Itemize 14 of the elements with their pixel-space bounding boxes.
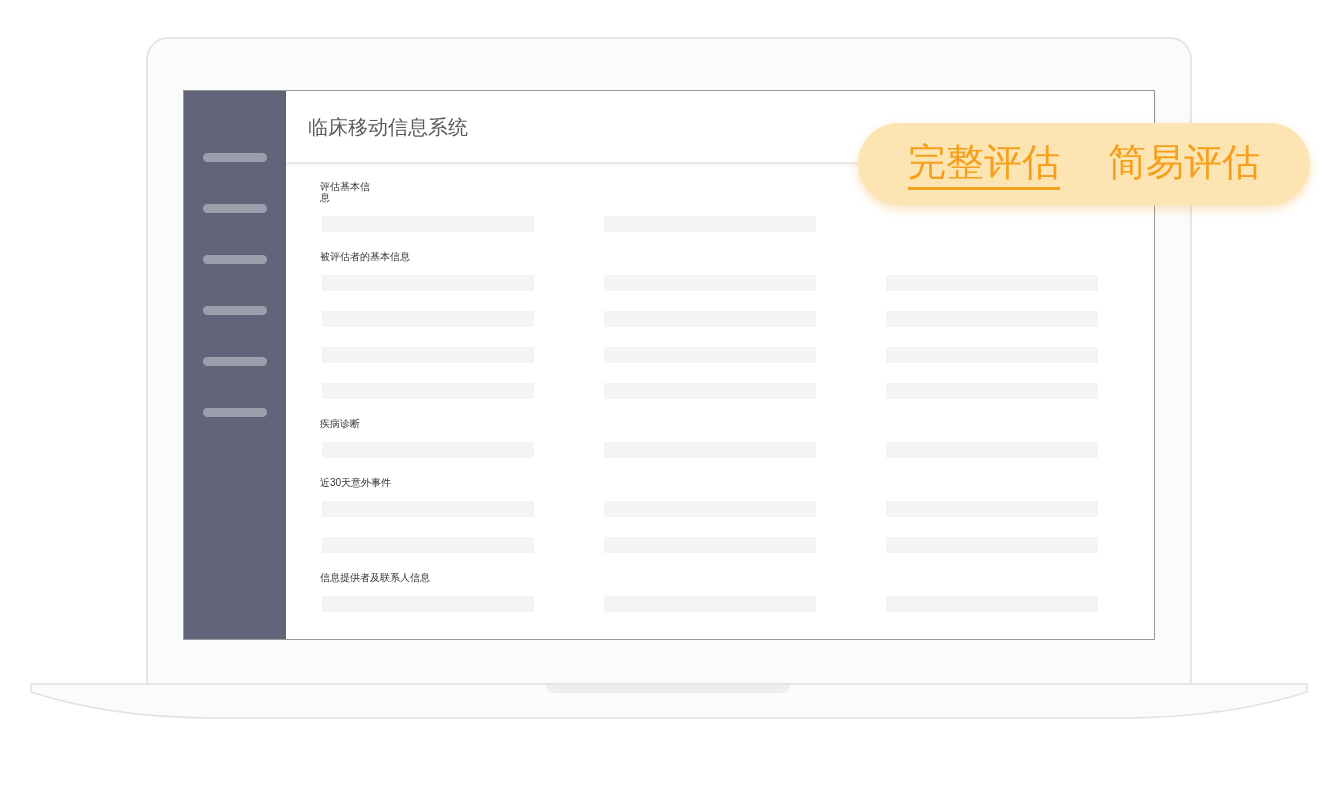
section-title: 疾病诊断 bbox=[320, 418, 361, 429]
menu-placeholder[interactable] bbox=[203, 204, 267, 213]
menu-placeholder[interactable] bbox=[203, 408, 267, 417]
menu-placeholder[interactable] bbox=[203, 153, 267, 162]
mode-tab[interactable]: 简易评估 bbox=[1108, 138, 1260, 190]
section-title: 信息提供者及联系人信息 bbox=[320, 572, 431, 583]
section-title: 近30天意外事件 bbox=[320, 477, 393, 488]
section-title: 评估基本信息 bbox=[320, 181, 371, 203]
mode-tab[interactable]: 完整评估 bbox=[908, 138, 1060, 190]
app-title: 临床移动信息系统 bbox=[308, 114, 468, 140]
menu-placeholder[interactable] bbox=[203, 306, 267, 315]
menu-placeholder[interactable] bbox=[203, 357, 267, 366]
section-title: 被评估者的基本信息 bbox=[320, 251, 411, 262]
menu-placeholder[interactable] bbox=[203, 255, 267, 264]
